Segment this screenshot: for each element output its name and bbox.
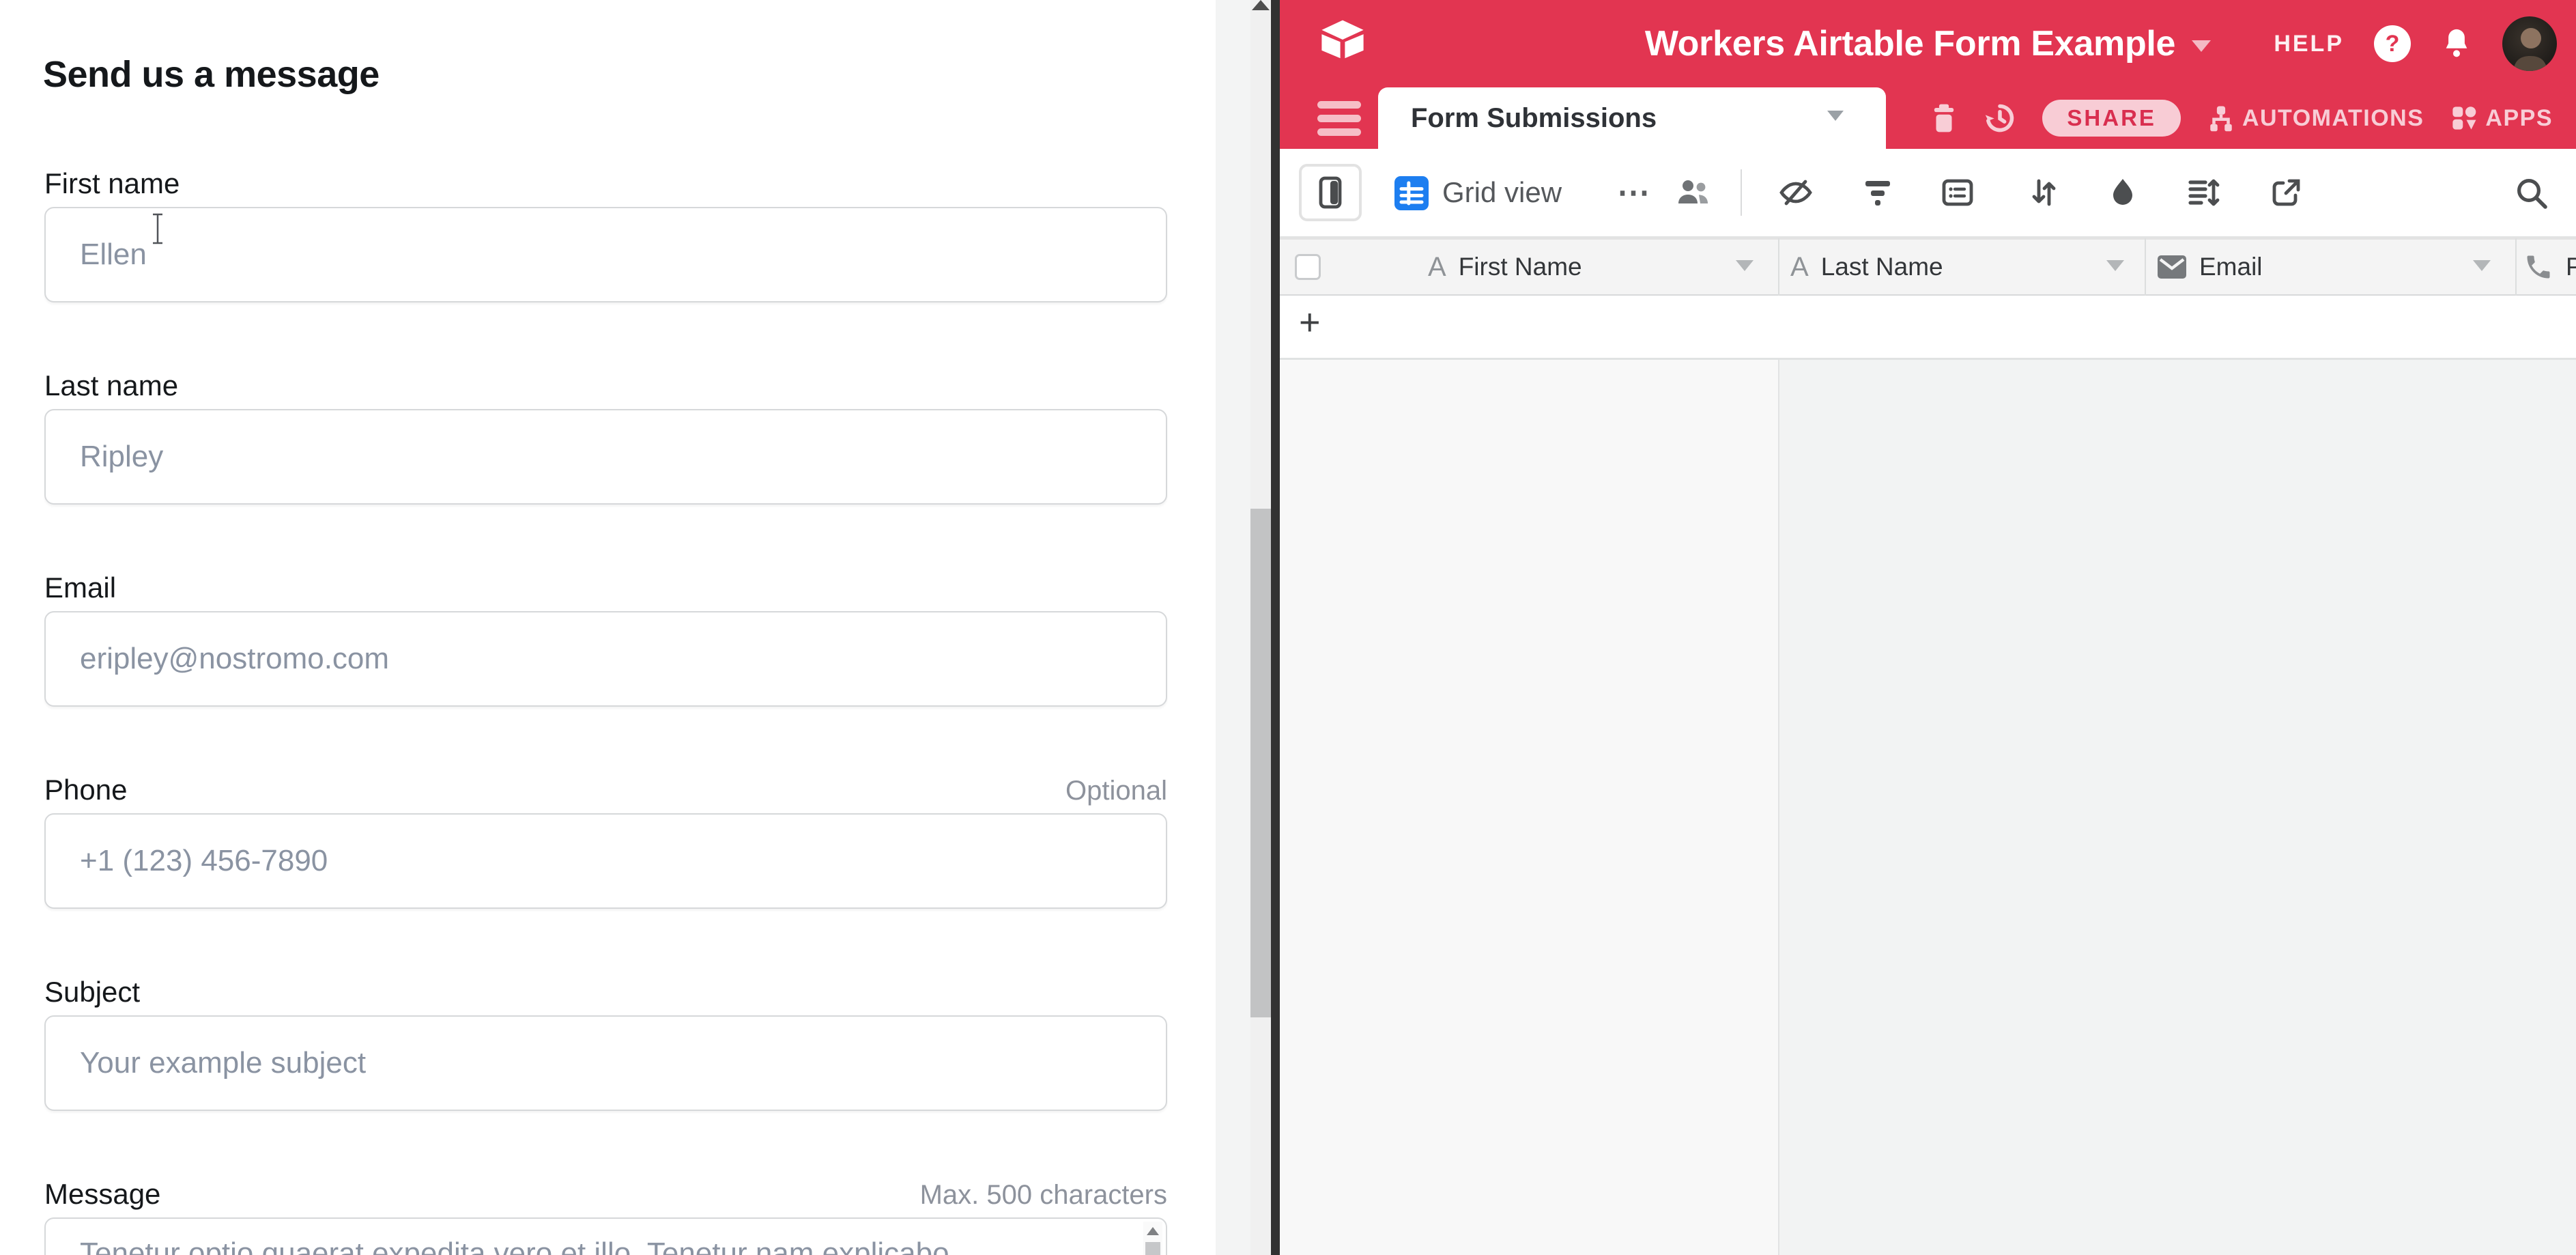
- apps-icon: [2450, 104, 2478, 132]
- trash-icon[interactable]: [1930, 102, 1958, 134]
- topbar-right-cluster: HELP ?: [2274, 0, 2557, 87]
- column-name: Email: [2199, 253, 2263, 281]
- collaborators-button[interactable]: [1674, 149, 1713, 236]
- sidebar-menu-icon[interactable]: [1317, 87, 1361, 149]
- contact-form-pane: Send us a message First name Last name E…: [0, 0, 1216, 1255]
- column-name: Last Name: [1821, 253, 1943, 281]
- view-toolbar: Grid view ⋯: [1280, 149, 2576, 238]
- grid-empty-area-left: [1280, 360, 1779, 1255]
- subject-input[interactable]: [44, 1015, 1167, 1111]
- message-scrollbar-thumb[interactable]: [1145, 1242, 1160, 1255]
- select-all-checkbox[interactable]: [1295, 254, 1321, 280]
- airtable-viewsbar: Form Submissions SHARE: [1280, 87, 2576, 149]
- row-height-button[interactable]: [2186, 149, 2220, 236]
- column-header-email[interactable]: Email: [2157, 240, 2263, 294]
- table-tab-label: Form Submissions: [1411, 103, 1657, 134]
- user-avatar[interactable]: [2502, 16, 2557, 71]
- chevron-down-icon: [1827, 111, 1844, 121]
- table-tab-form-submissions[interactable]: Form Submissions: [1378, 87, 1886, 149]
- row-height-icon: [2186, 175, 2220, 210]
- airtable-topbar: Workers Airtable Form Example HELP ?: [1280, 0, 2576, 87]
- history-icon[interactable]: [1984, 102, 2016, 135]
- hide-fields-button[interactable]: [1778, 149, 1814, 236]
- hide-fields-icon: [1778, 175, 1814, 210]
- chevron-down-icon[interactable]: [2473, 260, 2491, 271]
- automations-button[interactable]: AUTOMATIONS: [2207, 104, 2424, 132]
- share-view-icon: [2270, 176, 2302, 209]
- page-title: Send us a message: [43, 53, 380, 96]
- column-name: Phone: [2566, 253, 2576, 281]
- view-options-ellipsis[interactable]: ⋯: [1617, 149, 1651, 236]
- automations-label: AUTOMATIONS: [2242, 105, 2424, 132]
- scrollbar-up-arrow-icon[interactable]: [1252, 0, 1270, 10]
- help-question-icon[interactable]: ?: [2374, 25, 2411, 62]
- viewsbar-right-cluster: SHARE AUTOMATIONS: [1930, 87, 2553, 149]
- last-name-label: Last name: [44, 369, 178, 402]
- automations-icon: [2207, 104, 2235, 132]
- apps-button[interactable]: APPS: [2450, 104, 2553, 132]
- column-name: First Name: [1459, 253, 1582, 281]
- chevron-down-icon[interactable]: [2106, 260, 2124, 271]
- sort-button[interactable]: [2028, 149, 2059, 236]
- phone-field-icon: [2523, 252, 2553, 282]
- airtable-pane: Workers Airtable Form Example HELP ?: [1280, 0, 2576, 1255]
- grid-empty-area-right: [1779, 360, 2576, 1255]
- color-drop-icon: [2107, 175, 2138, 210]
- chevron-down-icon: [2192, 40, 2211, 52]
- single-line-text-field-icon: A: [1790, 252, 1809, 283]
- view-name[interactable]: Grid view: [1442, 149, 1562, 236]
- message-scrollbar[interactable]: [1143, 1222, 1162, 1255]
- people-icon: [1674, 173, 1713, 212]
- grid-view-icon[interactable]: [1394, 176, 1429, 210]
- phone-optional-hint: Optional: [44, 776, 1167, 806]
- last-name-input[interactable]: [44, 409, 1167, 505]
- filter-button[interactable]: [1861, 149, 1894, 236]
- column-header-row: A First Name A Last Name Email: [1280, 238, 2576, 296]
- sort-icon: [2028, 175, 2059, 210]
- message-textarea[interactable]: Tenetur optio quaerat expedita vero et i…: [44, 1217, 1167, 1255]
- message-placeholder: Tenetur optio quaerat expedita vero et i…: [80, 1237, 949, 1255]
- base-title: Workers Airtable Form Example: [1645, 23, 2175, 64]
- share-view-button[interactable]: [2270, 149, 2302, 236]
- scroll-up-arrow-icon[interactable]: [1147, 1227, 1159, 1235]
- add-record-row[interactable]: +: [1280, 296, 2576, 360]
- group-button[interactable]: [1941, 149, 1975, 236]
- first-name-label: First name: [44, 167, 180, 200]
- group-icon: [1941, 175, 1975, 210]
- email-field-icon: [2157, 255, 2187, 279]
- single-line-text-field-icon: A: [1428, 252, 1446, 283]
- notifications-bell-icon[interactable]: [2441, 27, 2472, 61]
- page-scrollbar-thumb[interactable]: [1250, 509, 1271, 1017]
- frozen-column-divider: [1778, 360, 1779, 1255]
- email-input[interactable]: [44, 611, 1167, 707]
- screen: Send us a message First name Last name E…: [0, 0, 2576, 1255]
- panel-toggle-icon: [1319, 176, 1342, 209]
- toolbar-divider: [1741, 169, 1742, 216]
- column-header-first-name[interactable]: A First Name: [1428, 240, 1582, 294]
- filter-icon: [1861, 175, 1894, 210]
- share-button[interactable]: SHARE: [2042, 100, 2181, 137]
- email-label: Email: [44, 572, 116, 604]
- column-header-last-name[interactable]: A Last Name: [1790, 240, 1943, 294]
- search-button[interactable]: [2513, 149, 2549, 236]
- help-menu[interactable]: HELP: [2274, 31, 2344, 57]
- phone-input[interactable]: [44, 813, 1167, 909]
- view-sidebar-toggle-button[interactable]: [1299, 164, 1362, 221]
- first-name-input[interactable]: [44, 207, 1167, 302]
- color-button[interactable]: [2107, 149, 2138, 236]
- pane-gutter: [1216, 0, 1250, 1255]
- window-edge-divider: [1271, 0, 1280, 1255]
- message-maxchars-hint: Max. 500 characters: [44, 1180, 1167, 1211]
- search-icon: [2513, 174, 2549, 211]
- chevron-down-icon[interactable]: [1736, 260, 1754, 271]
- column-header-phone[interactable]: Phone: [2523, 240, 2576, 294]
- text-cursor-ibeam: [150, 213, 165, 244]
- subject-label: Subject: [44, 976, 140, 1009]
- apps-label: APPS: [2485, 105, 2553, 132]
- add-record-plus-icon[interactable]: +: [1299, 301, 1321, 343]
